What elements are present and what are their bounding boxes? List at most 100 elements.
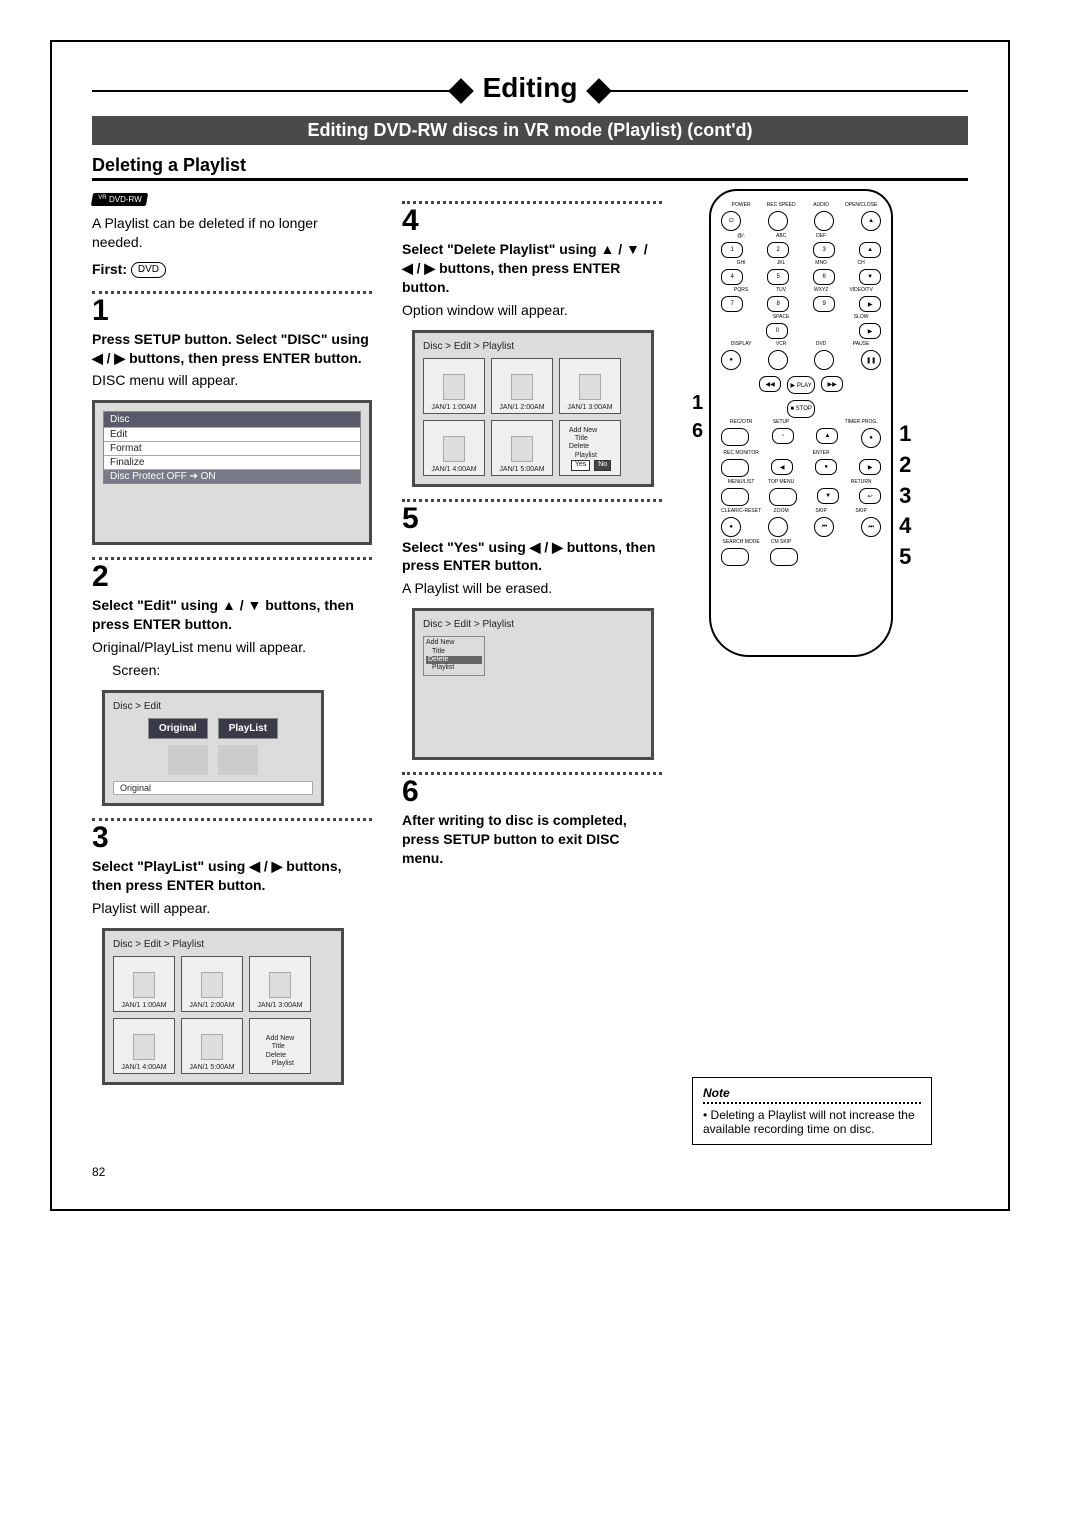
footer-label: Original: [113, 781, 313, 795]
skip-back-button: ⏮: [814, 517, 834, 537]
disc-menu-item: Edit: [104, 427, 360, 441]
thumb: JAN/1 3:00AM: [249, 956, 311, 1012]
disc-menu-item: Disc Protect OFF ➔ ON: [104, 469, 360, 483]
divider: [402, 772, 662, 775]
step-1-num: 1: [92, 296, 372, 326]
thumb-grid: JAN/1 1:00AM JAN/1 2:00AM JAN/1 3:00AM J…: [423, 358, 643, 476]
step-4-num: 4: [402, 206, 662, 236]
step-5-text: A Playlist will be erased.: [402, 579, 662, 598]
tab-thumbs: [113, 745, 313, 775]
divider: [92, 291, 372, 294]
vcr-button: [768, 350, 788, 370]
note-box: Note • Deleting a Playlist will not incr…: [692, 1077, 932, 1145]
columns: VR DVD-RW A Playlist can be deleted if n…: [92, 189, 968, 1145]
num-1-button: 1: [721, 242, 743, 258]
power-button: ⏻: [721, 211, 741, 231]
dvd-rw-badge: VR DVD-RW: [91, 193, 149, 206]
step-1-bold: Press SETUP button. Select "DISC" using …: [92, 330, 372, 368]
breadcrumb: Disc > Edit: [113, 701, 313, 712]
rec-speed-button: [768, 211, 788, 231]
page: Editing Editing DVD-RW discs in VR mode …: [50, 40, 1010, 1211]
timer-prog-button: ●: [861, 428, 881, 448]
ch-down-button: ▼: [859, 269, 881, 285]
step-4-bold: Select "Delete Playlist" using ▲ / ▼ / ◀…: [402, 240, 662, 297]
play-button: ▶ PLAY: [787, 376, 815, 394]
num-3-button: 3: [813, 242, 835, 258]
thumb: JAN/1 4:00AM: [113, 1018, 175, 1074]
remote-control: POWERREC SPEEDAUDIOOPEN/CLOSE ⏻▲ @/.ABCD…: [709, 189, 893, 657]
num-8-button: 8: [767, 296, 789, 312]
num-5-button: 5: [767, 269, 789, 285]
disc-menu-item: Format: [104, 441, 360, 455]
divider: [92, 818, 372, 821]
zoom-button: [768, 517, 788, 537]
thumb: JAN/1 1:00AM: [423, 358, 485, 414]
first-label: First:: [92, 261, 127, 277]
step-2-screen: Disc > Edit Original PlayList Original: [102, 690, 324, 806]
step-4-screen: Disc > Edit > Playlist JAN/1 1:00AM JAN/…: [412, 330, 654, 487]
rec-monitor-button: [721, 459, 749, 477]
thumb: JAN/1 5:00AM: [181, 1018, 243, 1074]
num-2-button: 2: [767, 242, 789, 258]
tabs: Original PlayList: [113, 718, 313, 739]
thumb: JAN/1 5:00AM: [491, 420, 553, 476]
note-text: • Deleting a Playlist will not increase …: [703, 1108, 921, 1136]
step-2-num: 2: [92, 562, 372, 592]
topic-title: Deleting a Playlist: [92, 155, 968, 181]
breadcrumb: Disc > Edit > Playlist: [423, 619, 643, 630]
up-button: ▲: [816, 428, 838, 444]
badge-text: DVD-RW: [109, 195, 142, 204]
subtitle-bar: Editing DVD-RW discs in VR mode (Playlis…: [92, 116, 968, 145]
setup-button: ▫: [772, 428, 794, 444]
note-divider: [703, 1102, 921, 1104]
no-button: No: [594, 460, 611, 470]
step-5-num: 5: [402, 504, 662, 534]
num-4-button: 4: [721, 269, 743, 285]
step-3-num: 3: [92, 823, 372, 853]
disc-menu-header: Disc: [104, 412, 360, 427]
divider: [402, 201, 662, 204]
num-7-button: 7: [721, 296, 743, 312]
thumb-menu: Add New Title Delete Playlist: [249, 1018, 311, 1074]
step-1-text: DISC menu will appear.: [92, 371, 372, 390]
audio-button: [814, 211, 834, 231]
rec-otr-button: [721, 428, 749, 446]
breadcrumb: Disc > Edit > Playlist: [423, 341, 643, 352]
page-number: 82: [92, 1165, 968, 1179]
step-6-bold: After writing to disc is completed, pres…: [402, 811, 662, 868]
first-line: First: DVD: [92, 260, 372, 279]
remote-callouts-left: 1 6: [692, 389, 703, 445]
step-3-screen: Disc > Edit > Playlist JAN/1 1:00AM JAN/…: [102, 928, 344, 1085]
search-mode-button: [721, 548, 749, 566]
clear-button: ●: [721, 517, 741, 537]
thumb: JAN/1 3:00AM: [559, 358, 621, 414]
ff-button: ▶▶: [821, 376, 843, 392]
breadcrumb: Disc > Edit > Playlist: [113, 939, 333, 950]
disc-menu: Disc Edit Format Finalize Disc Protect O…: [103, 411, 361, 484]
note-title: Note: [703, 1086, 921, 1100]
enter-button: ●: [815, 459, 837, 475]
first-badge: DVD: [131, 262, 166, 278]
step-2-bold: Select "Edit" using ▲ / ▼ buttons, then …: [92, 596, 372, 634]
disc-menu-item: Finalize: [104, 455, 360, 469]
right-button: ▶: [859, 459, 881, 475]
step-5-bold: Select "Yes" using ◀ / ▶ buttons, then p…: [402, 538, 662, 576]
display-button: ●: [721, 350, 741, 370]
step-6-num: 6: [402, 777, 662, 807]
badge-sup: VR: [98, 195, 106, 201]
stop-button: ■ STOP: [787, 400, 815, 418]
step-2-text2: Screen:: [112, 661, 372, 680]
step-1-screen: Disc Edit Format Finalize Disc Protect O…: [92, 400, 372, 545]
tab-original: Original: [148, 718, 208, 739]
thumb: JAN/1 2:00AM: [491, 358, 553, 414]
tab-playlist: PlayList: [218, 718, 278, 739]
num-0-button: 0: [766, 323, 788, 339]
step-3-bold: Select "PlayList" using ◀ / ▶ buttons, t…: [92, 857, 372, 895]
title-rule: Editing: [92, 72, 968, 110]
left-button: ◀: [771, 459, 793, 475]
column-right: 1 6 POWERREC SPEEDAUDIOOPEN/CLOSE ⏻▲ @/.…: [692, 189, 932, 1145]
divider: [402, 499, 662, 502]
cm-skip-button: [770, 548, 798, 566]
column-middle: 4 Select "Delete Playlist" using ▲ / ▼ /…: [402, 189, 662, 1145]
num-9-button: 9: [813, 296, 835, 312]
